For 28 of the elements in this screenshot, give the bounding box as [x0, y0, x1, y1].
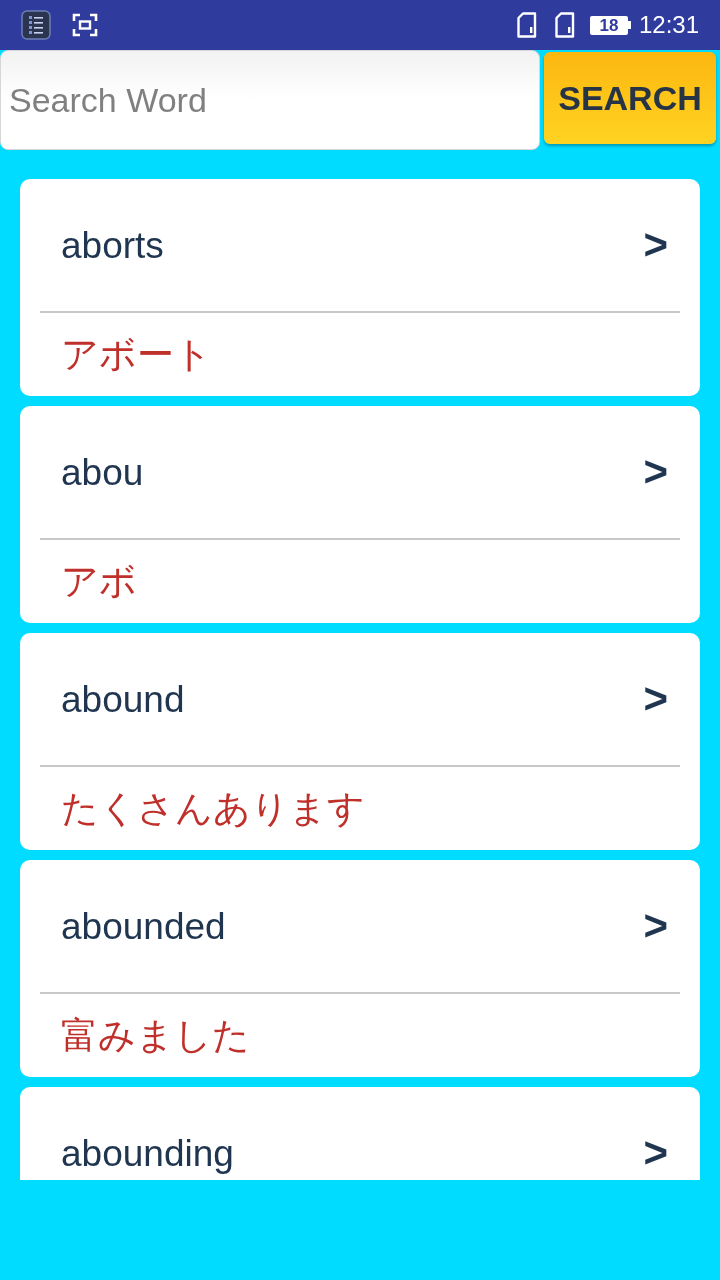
- word-card[interactable]: abounded > 富みました: [20, 860, 700, 1077]
- meaning-text: たくさんあります: [61, 790, 365, 827]
- battery-nub-icon: [627, 21, 631, 29]
- chevron-icon: >: [643, 224, 668, 266]
- list-app-icon: [21, 10, 51, 40]
- word-card[interactable]: abou > アボ: [20, 406, 700, 623]
- clock-text: 12:31: [638, 13, 699, 37]
- chevron-icon: >: [643, 678, 668, 720]
- word-card[interactable]: abound > たくさんあります: [20, 633, 700, 850]
- meaning-text: アボ: [61, 563, 137, 600]
- battery-level-text: 18: [589, 15, 628, 35]
- word-text: abounded: [61, 907, 226, 945]
- word-text: abounding: [61, 1134, 234, 1172]
- chevron-icon: >: [643, 1132, 668, 1174]
- meaning-text: アボート: [61, 336, 212, 373]
- chevron-icon: >: [643, 905, 668, 947]
- word-text: abou: [61, 453, 144, 491]
- sim-card-icon: [515, 12, 538, 38]
- sim-card-icon: [553, 12, 576, 38]
- screenshot-frame-icon: [72, 13, 98, 37]
- word-card[interactable]: abounding >: [20, 1087, 700, 1180]
- word-text: abound: [61, 680, 185, 718]
- search-button[interactable]: SEARCH: [544, 52, 716, 144]
- word-card[interactable]: aborts > アボート: [20, 179, 700, 396]
- word-text: aborts: [61, 226, 164, 264]
- search-field[interactable]: Search Word: [0, 50, 540, 150]
- chevron-icon: >: [643, 451, 668, 493]
- meaning-text: 富みました: [61, 1017, 250, 1054]
